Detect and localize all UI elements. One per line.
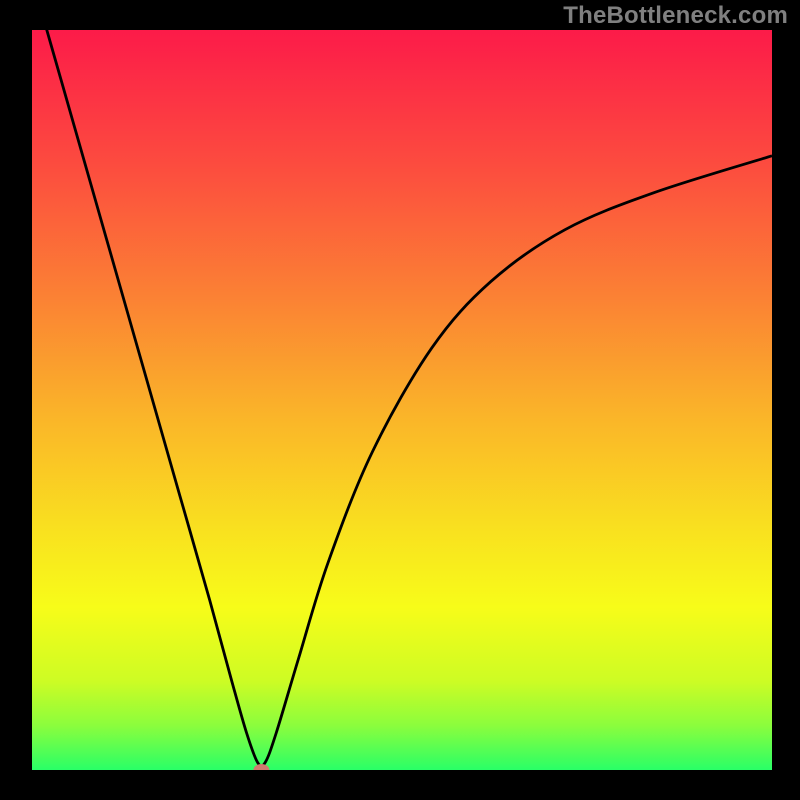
watermark-label: TheBottleneck.com (563, 2, 788, 30)
plot-background (32, 30, 772, 770)
chart-container: TheBottleneck.com (0, 0, 800, 800)
chart-svg (0, 0, 800, 800)
